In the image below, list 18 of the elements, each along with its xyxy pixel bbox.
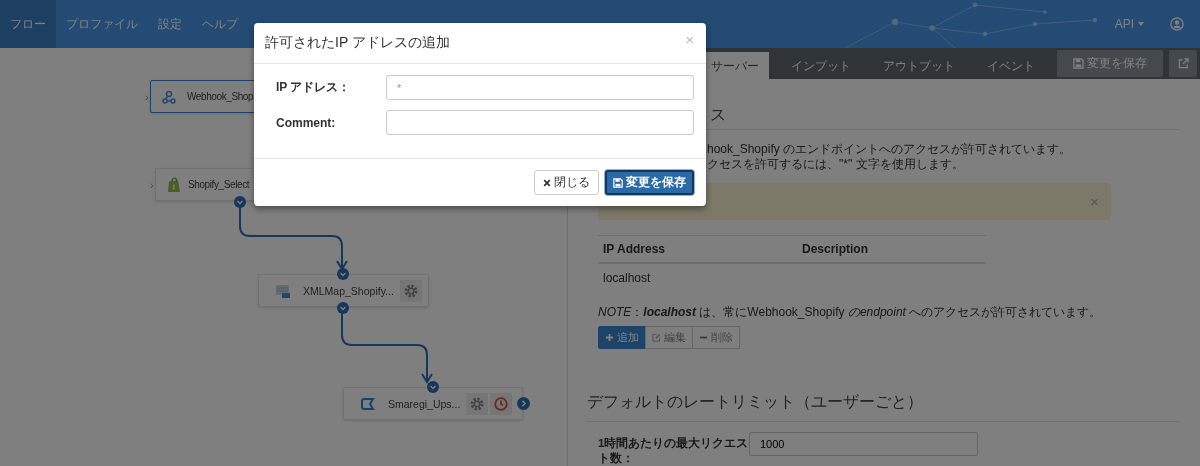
description-text: hook_Shopify のエンドポイントへのアクセスが許可されています。	[707, 142, 1073, 157]
modal-title: 許可されたIP アドレスの追加	[265, 34, 450, 52]
description-text: クセスを許可するには、"*" 文字を使用します。	[707, 157, 965, 172]
node-label: Smaregi_Ups...	[388, 397, 461, 410]
node-label: Shopify_Select	[188, 179, 250, 190]
column-header: Description	[792, 235, 986, 263]
note-text: NOTE：localhost は、常にWebhook_Shopify のendpoint へのアクセスが許可されています。	[598, 304, 1103, 321]
field-label: IP アドレス：	[276, 79, 352, 96]
chevron-icon: ›	[150, 178, 154, 191]
section-heading: ス	[710, 105, 727, 125]
node-label: XMLMap_Shopify...	[303, 284, 394, 297]
node-label: Webhook_Shop	[187, 91, 254, 102]
column-header: IP Address	[598, 235, 792, 263]
section-heading: デフォルトのレートリミット（ユーザーごと）	[587, 392, 1180, 422]
chevron-icon: ›	[145, 90, 149, 103]
field-label: Comment:	[276, 115, 337, 130]
table-cell: localhost	[598, 263, 792, 292]
field-label: 1時間あたりの最大リクエスト数：	[598, 436, 749, 466]
